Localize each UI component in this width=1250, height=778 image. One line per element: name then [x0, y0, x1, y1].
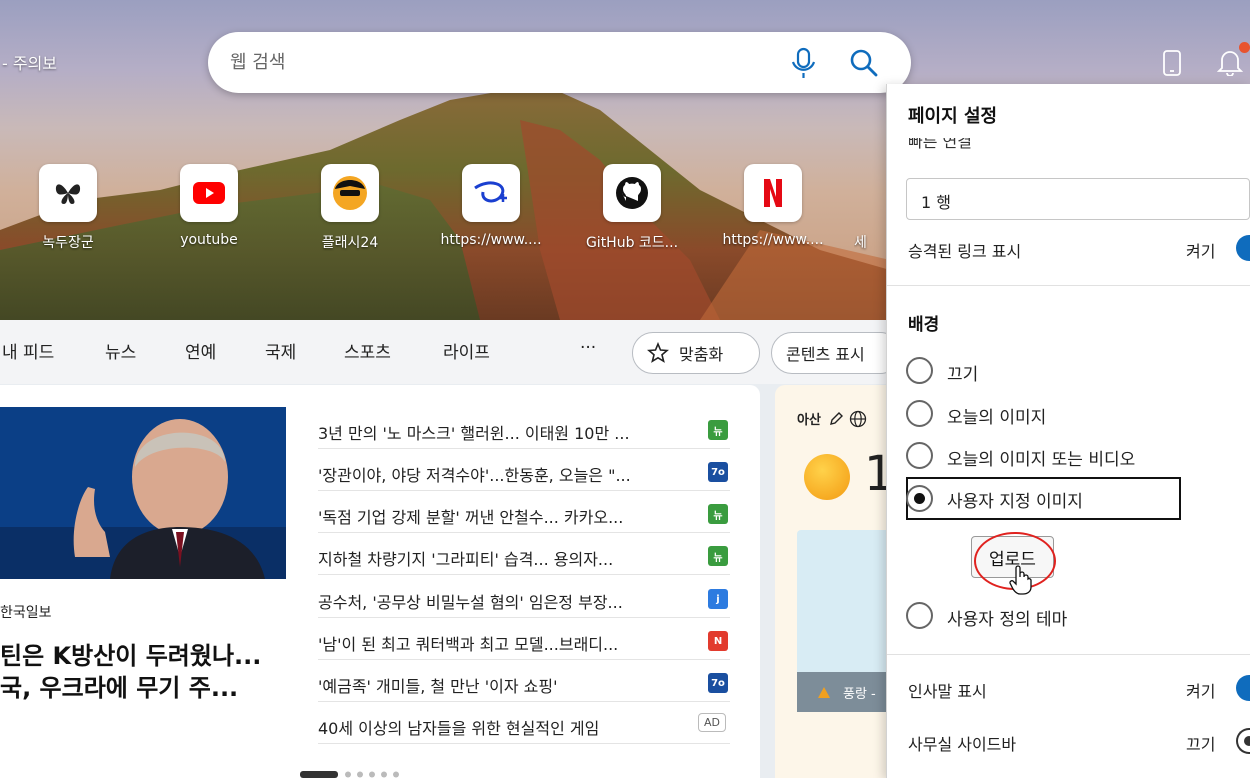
lead-story-source: 한국일보 [0, 605, 52, 621]
divider [887, 654, 1250, 655]
nav-item-world[interactable]: 국제 [265, 338, 296, 363]
custom-theme-radio[interactable] [906, 602, 933, 629]
background-daily-image-label[interactable]: 오늘의 이미지 [947, 403, 1046, 428]
bell-icon[interactable] [1216, 48, 1244, 76]
nav-item-news[interactable]: 뉴스 [105, 338, 136, 363]
quick-link-label: 세 [854, 235, 867, 251]
quick-link-label: youtube [180, 232, 238, 248]
content-visibility-button[interactable]: 콘텐츠 표시 [771, 332, 901, 374]
divider [887, 285, 1250, 286]
headline-item[interactable]: '독점 기업 강제 분할' 꺼낸 안철수... 카카오... 뉴 [318, 492, 730, 533]
content-visibility-label: 콘텐츠 표시 [786, 345, 865, 364]
quick-link-label: 녹두장군 [42, 235, 94, 251]
quick-link-5[interactable]: https://www.... [713, 164, 833, 248]
quick-link-1[interactable]: youtube [149, 164, 269, 248]
headline-item[interactable]: '예금족' 개미들, 철 만난 '이자 쇼핑' 7o [318, 661, 730, 702]
office-sidebar-state: 끄기 [1186, 735, 1216, 754]
carousel-dots[interactable] [300, 771, 410, 778]
ad-badge: AD [698, 713, 726, 732]
background-daily-video-label[interactable]: 오늘의 이미지 또는 비디오 [947, 445, 1135, 470]
source-logo-icon: N [708, 631, 728, 651]
office-sidebar-label: 사무실 사이드바 [908, 735, 1017, 754]
sunny-icon [804, 454, 850, 500]
headline-item[interactable]: '장관이야, 야당 저격수야'...한동훈, 오늘은 "... 7o [318, 450, 730, 491]
nav-item-my-feed[interactable]: 내 피드 [2, 338, 54, 363]
microphone-icon[interactable] [790, 47, 818, 81]
background-daily-video-radio[interactable] [906, 442, 933, 469]
butterfly-icon [39, 164, 97, 222]
lead-story-image[interactable] [0, 407, 286, 579]
quick-link-label: https://www.... [722, 232, 824, 248]
background-off-label[interactable]: 끄기 [947, 360, 978, 385]
greeting-label: 인사말 표시 [908, 682, 987, 701]
weather-location[interactable]: 아산 [797, 409, 867, 428]
notification-badge [1239, 42, 1250, 53]
quick-link-label: 플래시24 [321, 235, 379, 251]
github-icon [603, 164, 661, 222]
phone-icon[interactable] [1162, 50, 1182, 76]
nav-item-life[interactable]: 라이프 [443, 338, 490, 363]
source-logo-icon: 뉴 [708, 420, 728, 440]
background-daily-image-radio[interactable] [906, 400, 933, 427]
nav-item-entertainment[interactable]: 연예 [185, 338, 216, 363]
weather-alert-text[interactable]: - 주의보 [2, 50, 57, 74]
source-logo-icon: 7o [708, 462, 728, 482]
weather-warning[interactable]: 풍랑 - [797, 672, 887, 712]
source-logo-icon: j [708, 589, 728, 609]
netflix-icon [744, 164, 802, 222]
background-heading: 배경 [908, 315, 940, 335]
source-logo-icon: 뉴 [708, 546, 728, 566]
globe-icon[interactable] [849, 410, 867, 428]
quick-link-6[interactable]: 세 [854, 164, 886, 252]
toggle-knob [1244, 736, 1250, 746]
panel-title: 페이지 설정 [908, 106, 998, 127]
ad-item[interactable]: 40세 이상의 남자들을 위한 현실적인 게임 AD [318, 703, 730, 744]
headline-item[interactable]: '남'이 된 최고 쿼터백과 최고 모델...브래디... N [318, 619, 730, 660]
personalize-label: 맞춤화 [679, 345, 724, 364]
nav-more-button[interactable]: ··· [580, 338, 596, 358]
quick-link-4[interactable]: GitHub 코드... [572, 164, 692, 252]
pencil-icon[interactable] [828, 411, 844, 427]
quick-link-2[interactable]: 플래시24 [290, 164, 410, 252]
background-off-radio[interactable] [906, 357, 933, 384]
quick-link-label: GitHub 코드... [585, 235, 679, 251]
custom-theme-label[interactable]: 사용자 정의 테마 [947, 605, 1067, 630]
personalize-button[interactable]: 맞춤화 [632, 332, 760, 374]
background-custom-image-label[interactable]: 사용자 지정 이미지 [947, 487, 1083, 512]
avatar-icon [321, 164, 379, 222]
headline-item[interactable]: 지하철 차량기지 '그라피티' 습격... 용의자... 뉴 [318, 534, 730, 575]
greeting-state: 켜기 [1186, 682, 1216, 701]
quick-links-heading: 빠른 연결 [908, 138, 972, 151]
quick-link-0[interactable]: 녹두장군 [8, 164, 128, 252]
headline-item[interactable]: 3년 만의 '노 마스크' 핼러윈... 이태원 10만 ... 뉴 [318, 408, 730, 449]
promoted-links-state: 켜기 [1186, 242, 1216, 261]
lead-story-title[interactable]: 틴은 K방산이 두려웠나... 국, 우크라에 무기 주... [0, 640, 261, 704]
background-custom-image-radio[interactable] [906, 485, 933, 512]
quick-links-rows-select[interactable]: 1 행 [906, 178, 1250, 220]
nav-item-sports[interactable]: 스포츠 [344, 338, 391, 363]
youtube-icon [180, 164, 238, 222]
source-logo-icon: 7o [708, 673, 728, 693]
quick-link-3[interactable]: https://www.... [431, 164, 551, 248]
headline-item[interactable]: 공수처, '공무상 비밀누설 혐의' 임은정 부장... j [318, 577, 730, 618]
search-icon[interactable] [849, 48, 879, 78]
search-input[interactable] [230, 46, 770, 78]
star-edit-icon [647, 342, 669, 363]
warning-icon [818, 686, 830, 698]
disney-plus-icon [462, 164, 520, 222]
source-logo-icon: 뉴 [708, 504, 728, 524]
quick-link-label: https://www.... [440, 232, 542, 248]
hand-cursor-icon [1009, 565, 1032, 595]
promoted-links-label: 승격된 링크 표시 [908, 242, 1022, 261]
